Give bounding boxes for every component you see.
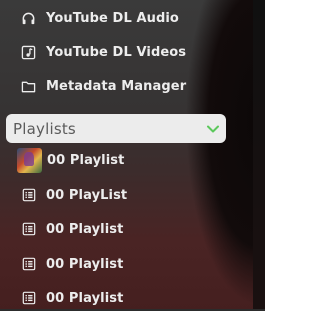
playlist-item[interactable]: 00 Playlist xyxy=(20,286,236,310)
headphones-icon xyxy=(20,10,37,27)
folder-icon xyxy=(20,78,37,95)
playlist-thumbnail xyxy=(17,147,42,173)
playlist-label: 00 Playlist xyxy=(46,256,124,272)
playlists-section-header[interactable]: Playlists xyxy=(6,114,226,143)
sidebar: YouTube DL Audio YouTube DL Videos Metad… xyxy=(0,0,236,311)
list-icon xyxy=(20,187,37,204)
playlist-label: 00 Playlist xyxy=(46,221,124,237)
list-icon xyxy=(20,290,37,307)
nav-item-label: YouTube DL Audio xyxy=(46,10,179,26)
nav-item-metadata-manager[interactable]: Metadata Manager xyxy=(20,74,236,98)
nav-item-label: YouTube DL Videos xyxy=(46,44,187,60)
playlist-item[interactable]: 00 Playlist xyxy=(20,217,236,241)
playlist-label: 00 Playlist xyxy=(46,290,124,306)
playlist-item[interactable]: 00 Playlist xyxy=(20,252,236,276)
nav-item-label: Metadata Manager xyxy=(46,78,187,94)
section-title: Playlists xyxy=(13,119,76,138)
nav-item-youtube-dl-videos[interactable]: YouTube DL Videos xyxy=(20,40,236,64)
playlist-label: 00 PlayList xyxy=(46,187,128,203)
playlist-item[interactable]: 00 Playlist xyxy=(17,147,236,173)
playlist-label: 00 Playlist xyxy=(47,152,125,168)
nav-item-youtube-dl-audio[interactable]: YouTube DL Audio xyxy=(20,6,236,30)
chevron-down-icon xyxy=(206,119,220,138)
music-note-icon xyxy=(20,44,37,61)
right-edge-panel xyxy=(253,0,265,311)
playlist-item[interactable]: 00 PlayList xyxy=(20,183,236,207)
list-icon xyxy=(20,221,37,238)
list-icon xyxy=(20,256,37,273)
